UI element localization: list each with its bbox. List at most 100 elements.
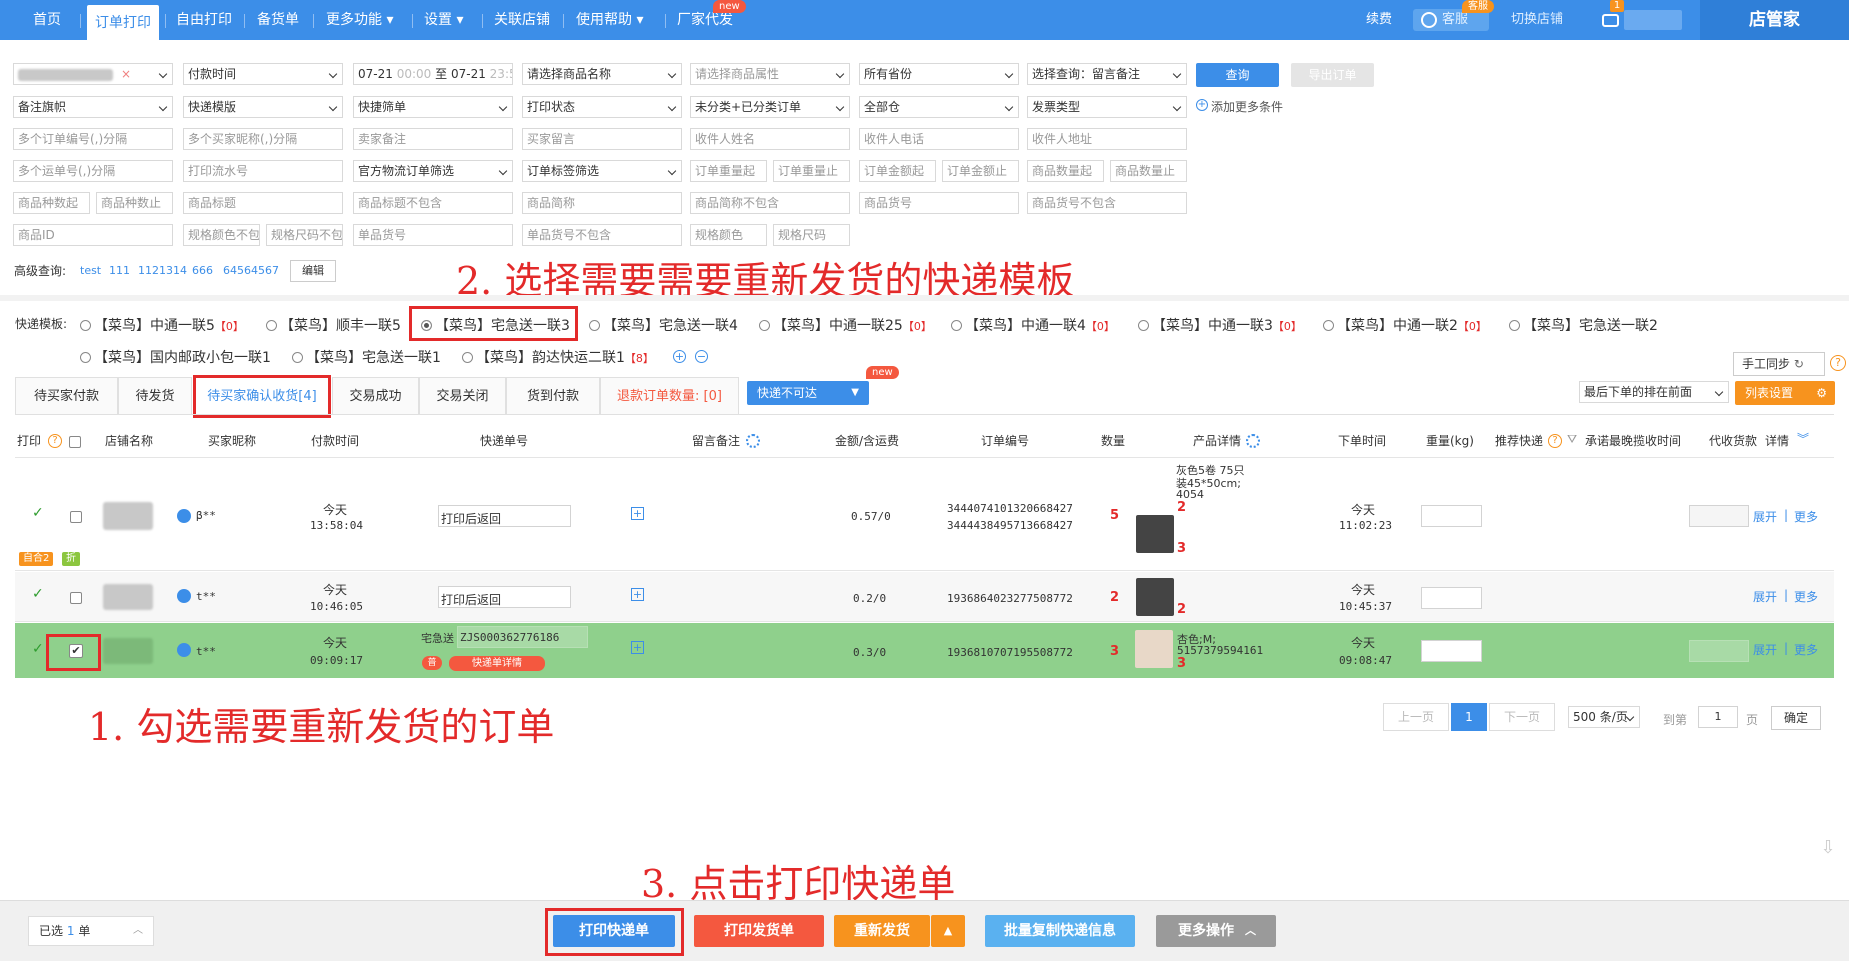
- filter-icon[interactable]: ⛛: [1567, 432, 1577, 447]
- express-no-input[interactable]: 打印后返回: [438, 505, 571, 527]
- add-template-icon[interactable]: +: [673, 350, 686, 363]
- template-radio[interactable]: 【菜鸟】韵达快运二联1【8】: [462, 347, 654, 367]
- advanced-query-link[interactable]: 1121314: [138, 264, 187, 277]
- next-page-button[interactable]: 下一页: [1489, 703, 1555, 731]
- switch-store-link[interactable]: 切换店铺: [1511, 0, 1563, 40]
- product-code-input[interactable]: 商品货号: [859, 192, 1019, 214]
- order-category-select[interactable]: 未分类+已分类订单: [690, 96, 850, 118]
- nav-home[interactable]: 首页: [33, 0, 61, 40]
- spec-size-exclude-input[interactable]: 规格尺码不包: [266, 224, 343, 246]
- manual-sync-button[interactable]: 手工同步 ↻: [1733, 352, 1825, 376]
- weight-to-input[interactable]: 订单重量止: [773, 160, 850, 182]
- add-circle-icon[interactable]: +: [1196, 99, 1208, 111]
- renew-link[interactable]: 续费: [1366, 0, 1392, 40]
- product-short-exclude-input[interactable]: 商品简称不包含: [690, 192, 850, 214]
- nav-stock-list[interactable]: 备货单: [257, 0, 299, 40]
- add-remark-icon[interactable]: +: [631, 641, 644, 654]
- remark-settings-icon[interactable]: [746, 434, 760, 448]
- date-range-input[interactable]: 07-21 00:00 至 07-21 23:59: [353, 63, 513, 85]
- nav-help[interactable]: 使用帮助 ▾: [576, 0, 643, 40]
- product-attr-select[interactable]: 请选择商品属性: [690, 63, 850, 85]
- nav-more-features[interactable]: 更多功能 ▾: [326, 0, 393, 40]
- buyer-nick-input[interactable]: 多个买家昵称(,)分隔: [183, 128, 343, 150]
- query-button[interactable]: 查询: [1196, 63, 1279, 87]
- reship-dropdown-arrow[interactable]: ▲: [931, 915, 965, 947]
- qty-to-input[interactable]: 商品数量止: [1110, 160, 1187, 182]
- weight-input[interactable]: [1421, 640, 1482, 662]
- product-title-input[interactable]: 商品标题: [183, 192, 343, 214]
- spec-color-exclude-input[interactable]: 规格颜色不包: [183, 224, 260, 246]
- print-serial-input[interactable]: 打印流水号: [183, 160, 343, 182]
- qty-from-input[interactable]: 商品数量起: [1027, 160, 1104, 182]
- amount-to-input[interactable]: 订单金额止: [942, 160, 1019, 182]
- print-help-icon[interactable]: ?: [48, 434, 62, 448]
- tab-awaiting-shipment[interactable]: 待发货: [118, 377, 192, 414]
- product-id-input[interactable]: 商品ID: [13, 224, 173, 246]
- table-row[interactable]: [15, 460, 1834, 571]
- template-radio[interactable]: 【菜鸟】中通一联25【0】: [759, 315, 932, 335]
- collapse-chevron-icon[interactable]: ︾: [1797, 430, 1809, 447]
- store-select[interactable]: ×: [13, 63, 173, 85]
- add-remark-icon[interactable]: +: [631, 588, 644, 601]
- province-select[interactable]: 所有省份: [859, 63, 1019, 85]
- print-invoice-button[interactable]: 打印发货单: [694, 915, 824, 947]
- product-title-exclude-input[interactable]: 商品标题不包含: [353, 192, 513, 214]
- single-sku-exclude-input[interactable]: 单品货号不包含: [522, 224, 682, 246]
- tab-refund-count[interactable]: 退款订单数量: [0]: [600, 377, 739, 414]
- row-checkbox[interactable]: [70, 511, 82, 523]
- invoice-type-select[interactable]: 发票类型: [1027, 96, 1187, 118]
- cod-input[interactable]: [1689, 640, 1749, 662]
- template-radio[interactable]: 【菜鸟】中通一联2【0】: [1323, 315, 1487, 335]
- time-type-select[interactable]: 付款时间: [183, 63, 343, 85]
- advanced-query-link[interactable]: test: [80, 264, 101, 277]
- more-link[interactable]: 更多: [1794, 641, 1818, 658]
- order-no[interactable]: 1936864023277508772: [947, 592, 1073, 605]
- wangwang-icon[interactable]: [177, 589, 191, 603]
- more-link[interactable]: 更多: [1794, 588, 1818, 605]
- nav-free-print[interactable]: 自由打印: [176, 0, 232, 40]
- recipient-phone-input[interactable]: 收件人电话: [859, 128, 1019, 150]
- nav-linked-stores[interactable]: 关联店铺: [494, 0, 550, 40]
- column-settings-button[interactable]: 列表设置 ⚙: [1735, 381, 1835, 405]
- download-arrow-icon[interactable]: ⇩: [1818, 838, 1838, 858]
- advanced-query-link[interactable]: 666: [192, 264, 213, 277]
- buyer-nick[interactable]: β**: [196, 509, 216, 522]
- account-dropdown[interactable]: [1624, 10, 1682, 30]
- message-icon[interactable]: [1602, 14, 1619, 27]
- more-link[interactable]: 更多: [1794, 508, 1818, 525]
- cod-input[interactable]: [1689, 505, 1749, 527]
- remark-flag-select[interactable]: 备注旗帜: [13, 96, 173, 118]
- spec-color-input[interactable]: 规格颜色: [690, 224, 767, 246]
- tab-closed[interactable]: 交易关闭: [419, 377, 506, 414]
- weight-input[interactable]: [1421, 587, 1482, 609]
- template-radio[interactable]: 【菜鸟】顺丰一联5: [266, 315, 401, 335]
- product-thumbnail[interactable]: [1135, 630, 1173, 668]
- product-short-name-input[interactable]: 商品简称: [522, 192, 682, 214]
- order-no[interactable]: 1936810707195508772: [947, 646, 1073, 659]
- buyer-message-input[interactable]: 买家留言: [522, 128, 682, 150]
- unreachable-dropdown[interactable]: 快递不可达 ▼: [747, 381, 869, 405]
- template-radio[interactable]: 【菜鸟】中通一联4【0】: [951, 315, 1115, 335]
- current-page[interactable]: 1: [1451, 703, 1487, 731]
- query-field-select[interactable]: 选择查询：留言备注: [1027, 63, 1187, 85]
- goto-confirm-button[interactable]: 确定: [1771, 706, 1821, 730]
- order-no[interactable]: 3444438495713668427: [947, 519, 1073, 532]
- express-detail-button[interactable]: 快递单详情: [449, 656, 545, 671]
- warehouse-select[interactable]: 全部仓: [859, 96, 1019, 118]
- template-radio[interactable]: 【菜鸟】宅急送一联4: [589, 315, 738, 335]
- amount-from-input[interactable]: 订单金额起: [859, 160, 936, 182]
- template-radio[interactable]: 【菜鸟】宅急送一联1: [292, 347, 441, 367]
- wangwang-icon[interactable]: [177, 643, 191, 657]
- order-tag-select[interactable]: 订单标签筛选: [522, 160, 682, 182]
- single-sku-code-input[interactable]: 单品货号: [353, 224, 513, 246]
- product-code-exclude-input[interactable]: 商品货号不包含: [1027, 192, 1187, 214]
- seller-remark-input[interactable]: 卖家备注: [353, 128, 513, 150]
- row-checkbox[interactable]: [70, 592, 82, 604]
- advanced-query-link[interactable]: 64564567: [223, 264, 279, 277]
- official-logistics-select[interactable]: 官方物流订单筛选: [353, 160, 513, 182]
- print-status-select[interactable]: 打印状态: [522, 96, 682, 118]
- recipient-name-input[interactable]: 收件人姓名: [690, 128, 850, 150]
- buyer-nick[interactable]: t**: [196, 590, 216, 603]
- page-input[interactable]: 1: [1698, 706, 1738, 728]
- product-settings-icon[interactable]: [1246, 434, 1260, 448]
